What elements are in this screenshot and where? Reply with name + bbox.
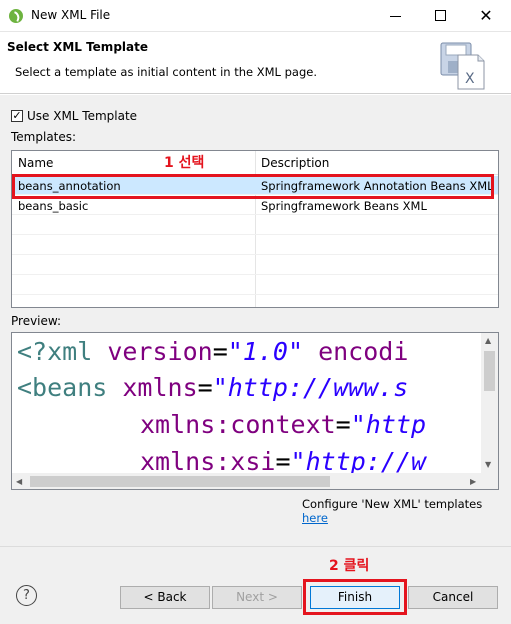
preview-pane[interactable]: <?xml version="1.0" encodi <beans xmlns=… xyxy=(11,332,499,490)
empty-row xyxy=(12,236,498,255)
empty-row xyxy=(12,216,498,235)
title-bar: New XML File ✕ xyxy=(0,0,511,32)
next-button[interactable]: Next > xyxy=(212,586,302,609)
template-description: Springframework Beans XML xyxy=(261,199,427,213)
vertical-scroll-thumb[interactable] xyxy=(484,351,495,391)
use-template-label[interactable]: Use XML Template xyxy=(27,109,137,123)
wizard-footer xyxy=(0,546,511,624)
maximize-button[interactable] xyxy=(418,0,464,32)
select-annotation-label: 1 선택 xyxy=(164,155,205,171)
preview-label: Preview: xyxy=(11,314,62,328)
empty-row xyxy=(12,256,498,275)
use-template-checkbox[interactable]: ✓ xyxy=(11,110,23,122)
minimize-button[interactable] xyxy=(373,0,419,32)
horizontal-scrollbar[interactable]: ◀ ▶ xyxy=(12,473,498,489)
close-icon: ✕ xyxy=(479,6,493,25)
select-annotation-box xyxy=(12,174,494,199)
minimize-icon xyxy=(390,16,401,17)
code-line: xmlns:xsi="http://w xyxy=(140,447,426,476)
close-button[interactable]: ✕ xyxy=(463,0,509,32)
scroll-down-icon[interactable]: ▼ xyxy=(485,460,491,469)
code-line: <beans xmlns="http://www.s xyxy=(17,373,409,402)
scroll-right-icon[interactable]: ▶ xyxy=(470,477,476,486)
horizontal-scroll-thumb[interactable] xyxy=(30,476,330,487)
empty-row xyxy=(12,276,498,295)
click-annotation-box xyxy=(303,579,407,615)
scroll-up-icon[interactable]: ▲ xyxy=(485,336,491,345)
xml-file-save-icon: X xyxy=(440,42,485,90)
code-line: <?xml version="1.0" encodi xyxy=(17,337,409,366)
template-name: beans_basic xyxy=(18,199,89,213)
column-header-name[interactable]: Name xyxy=(18,156,53,170)
page-title: Select XML Template xyxy=(7,40,148,54)
wizard-header: Select XML Template Select a template as… xyxy=(0,33,511,94)
spring-leaf-icon xyxy=(9,9,23,23)
maximize-icon xyxy=(435,10,446,21)
column-header-description[interactable]: Description xyxy=(261,156,329,170)
configure-text: Configure 'New XML' templates xyxy=(302,497,483,511)
code-line: xmlns:context="http xyxy=(140,410,426,439)
help-icon[interactable]: ? xyxy=(16,585,37,606)
configure-templates: Configure 'New XML' templates here xyxy=(302,497,511,525)
window-title: New XML File xyxy=(31,8,111,22)
click-annotation-label: 2 클릭 xyxy=(329,558,370,574)
page-description: Select a template as initial content in … xyxy=(15,65,317,79)
scroll-left-icon[interactable]: ◀ xyxy=(16,477,22,486)
cancel-button[interactable]: Cancel xyxy=(408,586,498,609)
svg-text:X: X xyxy=(465,71,475,87)
configure-here-link[interactable]: here xyxy=(302,511,328,525)
templates-label: Templates: xyxy=(11,130,77,144)
back-button[interactable]: < Back xyxy=(120,586,210,609)
vertical-scrollbar[interactable]: ▲ ▼ xyxy=(481,333,498,473)
